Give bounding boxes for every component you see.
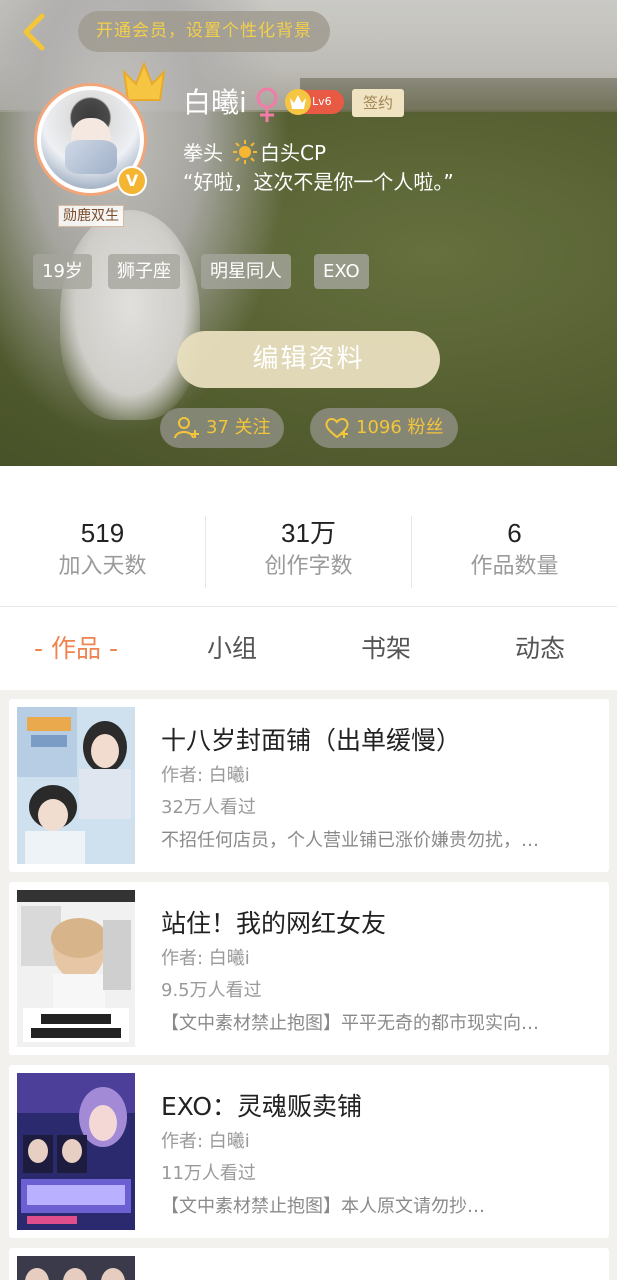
verified-badge: V [117,166,147,196]
back-arrow-icon[interactable] [18,12,50,52]
signed-badge: 签约 [352,89,404,117]
user-name: 白曦i [183,86,247,119]
work-author: 作者: 白曦i [161,948,250,969]
tab-works[interactable]: - 作品 - [14,607,138,691]
work-author: 作者: 白曦i [161,1131,250,1152]
sun-icon [233,140,257,164]
work-cover-image [17,707,135,864]
tag-fandom[interactable]: EXO [314,254,369,289]
stat-works-value: 6 [507,518,522,548]
work-title: 站住！我的网红女友 [161,909,387,938]
stat-words-label: 创作字数 [264,554,353,579]
add-person-icon [174,417,199,439]
work-cover-image [17,1073,135,1230]
followers-count: 1096 粉丝 [356,417,444,438]
profile-tabs: - 作品 - 小组 书架 动态 [0,606,617,690]
work-card[interactable]: 十八岁封面铺（出单缓慢） 作者: 白曦i 32万人看过 不招任何店员，个人营业铺… [9,699,609,872]
following-button[interactable]: 37 关注 [160,408,284,448]
background-overlay [0,0,617,466]
work-title: EXO：灵魂贩卖铺 [161,1092,363,1121]
vip-background-banner[interactable]: 开通会员，设置个性化背景 [78,11,330,52]
work-cover-image [17,890,135,1047]
avatar-caption: 勋鹿双生 [58,205,124,227]
work-views: 11万人看过 [161,1163,256,1184]
tab-activity[interactable]: 动态 [478,607,602,691]
stat-works-label: 作品数量 [470,554,559,579]
tag-age[interactable]: 19岁 [33,254,92,289]
following-count: 37 关注 [206,417,271,438]
work-title: 十八岁封面铺（出单缓慢） [161,726,462,755]
tab-bookshelf[interactable]: 书架 [324,607,448,691]
tag-genre[interactable]: 明星同人 [201,254,291,289]
work-views: 32万人看过 [161,797,256,818]
stat-days-label: 加入天数 [58,554,147,579]
tag-zodiac[interactable]: 狮子座 [108,254,180,289]
stat-days: 519 加入天数 [0,516,205,584]
stat-words-value: 31万 [281,518,336,548]
work-card[interactable]: 站住！我的网红女友 作者: 白曦i 9.5万人看过 【文中素材禁止抱图】平平无奇… [9,882,609,1055]
heart-icon [325,418,349,439]
work-description: 【文中素材禁止抱图】平平无奇的都市现实向… [161,1013,539,1034]
tab-groups[interactable]: 小组 [170,607,294,691]
level-crown-icon [285,89,311,115]
female-icon [256,87,278,122]
work-card[interactable] [9,1248,609,1280]
work-description: 【文中素材禁止抱图】本人原文请勿抄… [161,1196,485,1217]
work-card[interactable]: EXO：灵魂贩卖铺 作者: 白曦i 11万人看过 【文中素材禁止抱图】本人原文请… [9,1065,609,1238]
bio-quote: “好啦，这次不是你一个人啦。” [183,170,454,194]
work-description: 不招任何店员，个人营业铺已涨价嫌贵勿扰，… [161,830,539,851]
profile-header: 开通会员，设置个性化背景 V 勋鹿双生 白曦i Lv6 签约 拳头 白头CP “… [0,0,617,466]
stat-works: 6 作品数量 [412,516,617,584]
bio-text-2: 白头CP [260,141,327,165]
work-author: 作者: 白曦i [161,765,250,786]
stat-days-value: 519 [80,518,125,548]
stats-bar: 519 加入天数 31万 创作字数 6 作品数量 [0,466,617,606]
stat-words: 31万 创作字数 [206,516,411,584]
edit-profile-button[interactable]: 编辑资料 [177,331,440,388]
work-views: 9.5万人看过 [161,980,262,1001]
bio-text-1: 拳头 [183,141,223,165]
followers-button[interactable]: 1096 粉丝 [310,408,458,448]
work-cover-image [17,1256,135,1280]
